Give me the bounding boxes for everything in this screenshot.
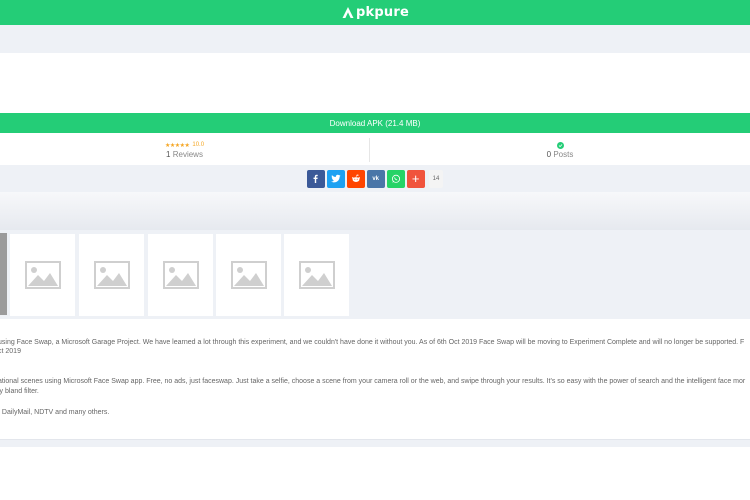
star-rating-icon: ★★★★★ [164,142,190,149]
download-apk-label: Download APK (21.4 MB) [329,118,421,128]
description-line: ational scenes using Microsoft Face Swap… [0,378,746,385]
vk-share-button[interactable]: vk [366,169,385,188]
posts-icon [556,141,564,149]
image-placeholder-icon [162,261,199,289]
image-placeholder-icon [230,261,267,289]
more-share-button[interactable]: + [406,169,425,188]
whatsapp-share-button[interactable] [386,169,405,188]
posts-text: Posts [551,149,574,159]
reviews-stat[interactable]: ★★★★★ 10.0 1 Reviews [0,138,370,162]
logo-text: pkpure [356,5,409,20]
check-icon [558,143,562,147]
image-placeholder-icon [24,261,61,289]
description-line: ly bland filter. [0,388,39,395]
reviews-label: 1 Reviews [166,150,203,159]
rating-row: ★★★★★ 10.0 [165,142,204,149]
reddit-share-button[interactable] [346,169,365,188]
reddit-icon [351,174,360,182]
screenshot-thumbnail[interactable] [148,234,213,316]
screenshot-thumbnail[interactable] [79,234,144,316]
screenshot-thumbnail[interactable] [284,234,349,316]
posts-label: 0 Posts [547,150,574,159]
description-line: , DailyMail, NDTV and many others. [0,409,110,416]
footer-divider [0,439,750,447]
facebook-icon [313,174,318,183]
app-page: pkpure Download APK (21.4 MB) ★★★★★ 10.0… [0,0,750,500]
whatsapp-icon [391,174,400,183]
screenshot-thumbnail[interactable] [216,234,281,316]
rating-score: 10.0 [192,142,205,148]
stats-row: ★★★★★ 10.0 1 Reviews 0 Posts [0,138,750,162]
apkpure-logo-icon [342,6,354,18]
screenshot-partial[interactable] [0,233,7,315]
share-count: 14 [428,169,444,188]
top-bar: pkpure [0,0,750,25]
screenshot-thumbnail[interactable] [10,234,75,316]
image-placeholder-icon [93,261,130,289]
breadcrumb-band [0,25,750,53]
posts-stat[interactable]: 0 Posts [370,138,750,162]
share-buttons: vk + 14 [306,169,444,188]
twitter-icon [330,174,341,183]
share-bar: vk + 14 [0,165,750,192]
facebook-share-button[interactable] [306,169,325,188]
image-placeholder-icon [298,261,335,289]
app-info-area [0,53,750,113]
apkpure-logo[interactable]: pkpure [341,5,409,20]
description-line: ct 2019 [0,348,21,355]
reviews-text: Reviews [170,149,203,159]
bottom-area [0,447,750,500]
twitter-share-button[interactable] [326,169,345,188]
screenshots-gallery [0,230,750,319]
description-line: using Face Swap, a Microsoft Garage Proj… [0,339,745,346]
plus-icon: + [411,171,420,186]
section-divider [0,192,750,230]
app-description: using Face Swap, a Microsoft Garage Proj… [0,320,750,439]
vk-icon: vk [372,175,379,182]
download-apk-button[interactable]: Download APK (21.4 MB) [0,113,750,133]
